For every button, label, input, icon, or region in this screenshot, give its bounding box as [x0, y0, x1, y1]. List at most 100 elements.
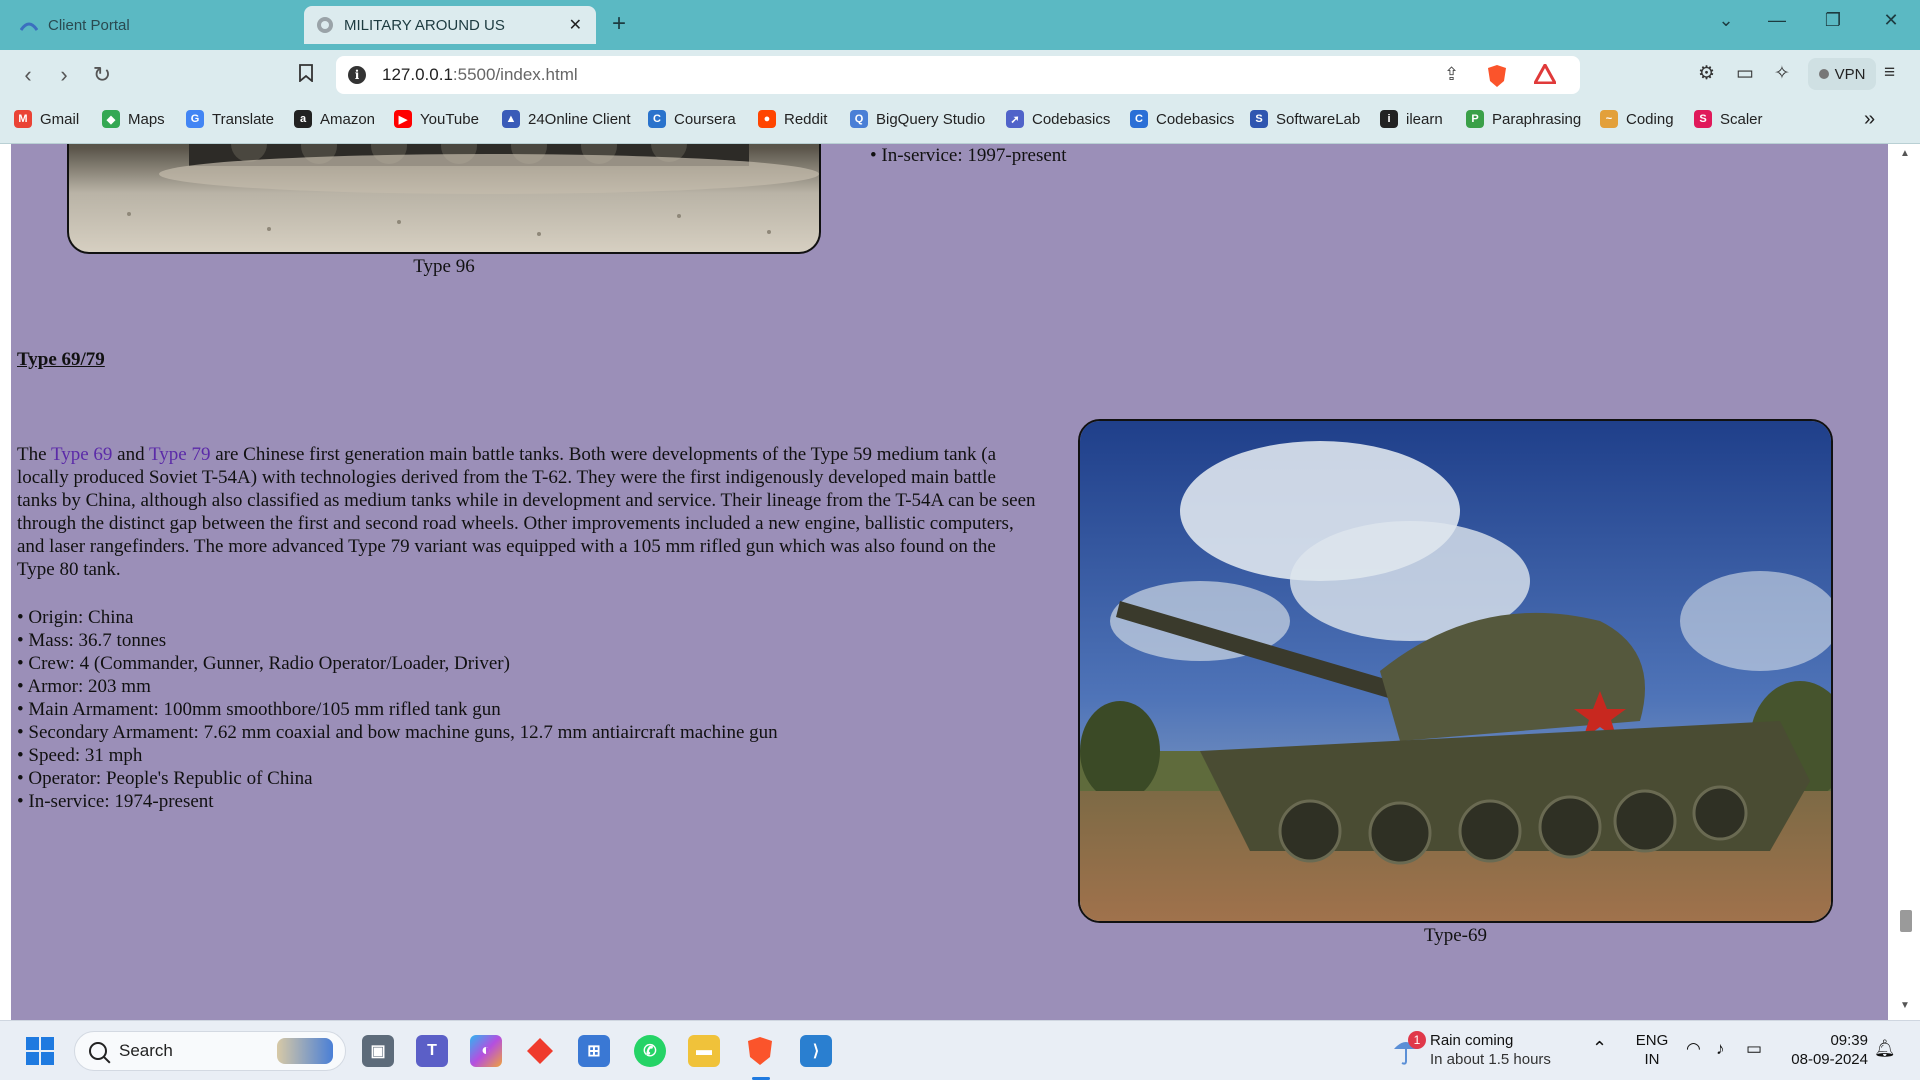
- notifications-bell-icon[interactable]: 🔔︎: [1874, 1039, 1896, 1058]
- bookmark-paraphrasing[interactable]: P Paraphrasing: [1466, 110, 1581, 128]
- vscode-icon[interactable]: ⟩: [800, 1035, 832, 1067]
- bookmark-translate[interactable]: G Translate: [186, 110, 274, 128]
- more-bookmarks-icon[interactable]: »: [1864, 108, 1875, 131]
- scaler-icon: S: [1694, 110, 1712, 128]
- volume-icon[interactable]: ♪: [1716, 1039, 1725, 1058]
- leo-ai-icon[interactable]: ✧: [1774, 62, 1790, 85]
- bookmark-amazon[interactable]: a Amazon: [294, 110, 375, 128]
- bookmark-page-icon[interactable]: [292, 62, 320, 88]
- new-tab-button[interactable]: +: [612, 10, 626, 38]
- vertical-scrollbar[interactable]: ▲ ▼: [1888, 144, 1920, 1020]
- search-icon: [89, 1042, 107, 1060]
- restore-button[interactable]: ❐: [1818, 10, 1848, 31]
- back-button[interactable]: ‹: [14, 62, 42, 88]
- site-info-icon[interactable]: i: [348, 66, 366, 84]
- tab-client-portal[interactable]: Client Portal: [14, 6, 294, 44]
- extensions-icon[interactable]: ⚙: [1698, 62, 1715, 85]
- wifi-icon[interactable]: ◠: [1686, 1039, 1701, 1058]
- spec-item: • In-service: 1974-present: [17, 791, 214, 812]
- close-tab-icon[interactable]: ✕: [569, 15, 582, 35]
- teams-icon[interactable]: T: [416, 1035, 448, 1067]
- tab-military-around-us[interactable]: MILITARY AROUND US ✕: [304, 6, 596, 44]
- bookmark-24online-client[interactable]: ▲ 24Online Client: [502, 110, 631, 128]
- bookmark-gmail[interactable]: M Gmail: [14, 110, 79, 128]
- type-79-link[interactable]: Type 79: [149, 444, 210, 465]
- bookmark-scaler[interactable]: S Scaler: [1694, 110, 1763, 128]
- globe-icon: [316, 16, 334, 34]
- scroll-down-icon[interactable]: ▼: [1900, 1000, 1910, 1011]
- spec-item: • Speed: 31 mph: [17, 745, 143, 766]
- share-icon[interactable]: ⇪: [1444, 64, 1459, 85]
- bookmark-softwarelab[interactable]: S SoftwareLab: [1250, 110, 1360, 128]
- tab-label: MILITARY AROUND US: [344, 16, 505, 34]
- bookmark-bigquery-studio[interactable]: Q BigQuery Studio: [850, 110, 985, 128]
- bigquery-icon: Q: [850, 110, 868, 128]
- language-indicator[interactable]: ENG IN: [1634, 1031, 1670, 1069]
- type-96-inservice: • In-service: 1997-present: [870, 145, 1067, 166]
- client-portal-favicon-icon: [20, 16, 38, 34]
- weather-widget[interactable]: Rain coming In about 1.5 hours: [1430, 1031, 1551, 1069]
- reload-button[interactable]: ↻: [88, 62, 116, 88]
- forward-button[interactable]: ›: [50, 62, 78, 88]
- bookmark-codebasics[interactable]: C Codebasics: [1130, 110, 1234, 128]
- menu-icon[interactable]: ≡: [1884, 62, 1895, 84]
- taskbar-search-input[interactable]: Search: [74, 1031, 346, 1071]
- tab-label: Client Portal: [48, 16, 130, 34]
- minimize-button[interactable]: —: [1762, 10, 1792, 31]
- weather-badge: 1: [1408, 1031, 1426, 1049]
- scrollbar-thumb[interactable]: [1900, 910, 1912, 932]
- task-view-icon[interactable]: ▣: [362, 1035, 394, 1067]
- brave-shields-icon[interactable]: [1486, 64, 1508, 93]
- copilot-icon[interactable]: ◐: [470, 1035, 502, 1067]
- anydesk-icon[interactable]: [524, 1035, 556, 1067]
- microsoft-store-icon[interactable]: ⊞: [578, 1035, 610, 1067]
- section-heading: Type 69/79: [17, 349, 105, 370]
- youtube-icon: ▶: [394, 110, 412, 128]
- type-96-caption: Type 96: [413, 256, 475, 277]
- coding-icon: ~: [1600, 110, 1618, 128]
- spec-item: • Main Armament: 100mm smoothbore/105 mm…: [17, 699, 501, 720]
- paraphrasing-icon: P: [1466, 110, 1484, 128]
- reddit-icon: ●: [758, 110, 776, 128]
- bookmark-ilearn[interactable]: i ilearn: [1380, 110, 1443, 128]
- search-highlight-icon: [277, 1038, 333, 1064]
- close-window-button[interactable]: ✕: [1876, 10, 1906, 31]
- page-viewport: Type 96 • In-service: 1997-present Type …: [0, 144, 1920, 1020]
- spec-item: • Crew: 4 (Commander, Gunner, Radio Oper…: [17, 653, 510, 674]
- softwarelab-icon: S: [1250, 110, 1268, 128]
- type-96-image: [67, 144, 821, 254]
- file-explorer-icon[interactable]: ▬: [688, 1035, 720, 1067]
- wallet-icon[interactable]: ▭: [1736, 62, 1754, 85]
- bookmark-coding[interactable]: ~ Coding: [1600, 110, 1674, 128]
- clock[interactable]: 09:39 08-09-2024: [1782, 1031, 1868, 1069]
- 24online-icon: ▲: [502, 110, 520, 128]
- scroll-up-icon[interactable]: ▲: [1900, 148, 1910, 159]
- windows-start-icon[interactable]: [24, 1035, 56, 1067]
- bookmark-reddit[interactable]: ● Reddit: [758, 110, 827, 128]
- url-text[interactable]: 127.0.0.1:5500/index.html: [382, 65, 578, 85]
- whatsapp-icon[interactable]: ✆: [634, 1035, 666, 1067]
- amazon-icon: a: [294, 110, 312, 128]
- bookmarks-bar: M Gmail ◆ Maps G Translate a Amazon ▶ YouTube ▲ 24O…: [0, 100, 1920, 144]
- bookmark-coursera[interactable]: C Coursera: [648, 110, 736, 128]
- address-bar[interactable]: i 127.0.0.1:5500/index.html ⇪: [336, 56, 1580, 94]
- show-hidden-icons-icon[interactable]: ⌃: [1592, 1039, 1607, 1058]
- spec-item: • Armor: 203 mm: [17, 676, 151, 697]
- rocket-icon: ➚: [1006, 110, 1024, 128]
- brave-browser-icon[interactable]: [744, 1035, 776, 1067]
- maps-icon: ◆: [102, 110, 120, 128]
- type-69-caption: Type-69: [1423, 925, 1488, 946]
- tab-search-chevron-icon[interactable]: ⌄: [1711, 10, 1741, 31]
- spec-item: • Secondary Armament: 7.62 mm coaxial an…: [17, 722, 778, 743]
- bookmark-youtube[interactable]: ▶ YouTube: [394, 110, 479, 128]
- brave-rewards-icon[interactable]: [1532, 61, 1558, 89]
- vpn-button[interactable]: VPN: [1808, 58, 1876, 90]
- bookmark-maps[interactable]: ◆ Maps: [102, 110, 165, 128]
- spec-item: • Operator: People's Republic of China: [17, 768, 313, 789]
- type-69-link[interactable]: Type 69: [51, 444, 112, 465]
- battery-icon[interactable]: ▭: [1746, 1039, 1762, 1058]
- spec-item: • Origin: China: [17, 607, 134, 628]
- weather-rain-icon[interactable]: 1: [1392, 1031, 1426, 1067]
- bookmark-codebasics[interactable]: ➚ Codebasics: [1006, 110, 1110, 128]
- type-69-image: [1078, 419, 1833, 923]
